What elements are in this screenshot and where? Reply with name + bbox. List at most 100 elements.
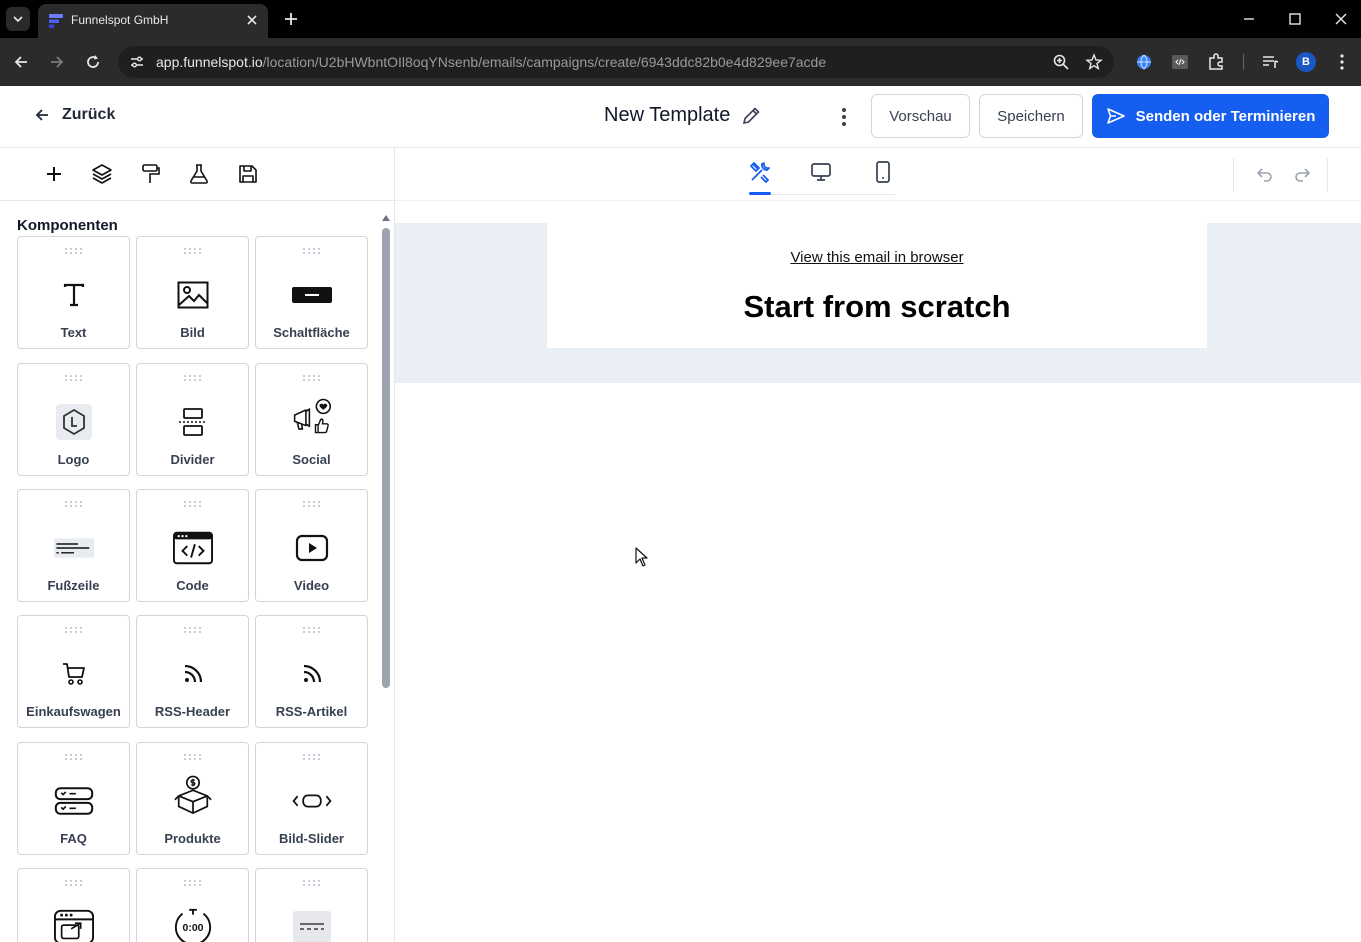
component-card-divider[interactable]: Divider bbox=[136, 363, 249, 476]
component-card-cart[interactable]: Einkaufswagen bbox=[17, 615, 130, 728]
drag-handle-icon[interactable] bbox=[302, 374, 322, 382]
drag-handle-icon[interactable] bbox=[183, 879, 203, 887]
site-info-icon[interactable] bbox=[128, 53, 146, 71]
new-tab-icon[interactable] bbox=[282, 10, 300, 28]
browser-tab[interactable]: Funnelspot GmbH bbox=[38, 4, 268, 38]
divider-icon bbox=[173, 404, 213, 440]
component-card-faq[interactable]: FAQ bbox=[17, 742, 130, 855]
drag-handle-icon[interactable] bbox=[64, 374, 84, 382]
view-in-browser-link[interactable]: View this email in browser bbox=[547, 249, 1207, 266]
component-card-footer[interactable]: Fußzeile bbox=[17, 489, 130, 602]
component-label: Divider bbox=[170, 452, 215, 467]
email-canvas[interactable]: View this email in browser Start from sc… bbox=[395, 223, 1361, 383]
layers-icon[interactable] bbox=[90, 162, 114, 186]
drag-handle-icon[interactable] bbox=[183, 626, 203, 634]
drag-handle-icon[interactable] bbox=[302, 626, 322, 634]
chevron-down-icon bbox=[13, 16, 23, 23]
redo-icon[interactable] bbox=[1292, 164, 1312, 184]
component-card-social[interactable]: Social bbox=[255, 363, 368, 476]
paint-roller-icon[interactable] bbox=[139, 162, 163, 186]
drag-handle-icon[interactable] bbox=[64, 500, 84, 508]
bookmark-star-icon[interactable] bbox=[1085, 53, 1103, 71]
email-heading[interactable]: Start from scratch bbox=[547, 289, 1207, 325]
more-options-icon[interactable] bbox=[834, 106, 854, 128]
component-card-logo[interactable]: Logo bbox=[17, 363, 130, 476]
reload-icon[interactable] bbox=[83, 52, 103, 72]
tab-search-button[interactable] bbox=[6, 7, 30, 31]
close-icon[interactable] bbox=[244, 12, 260, 28]
drag-handle-icon[interactable] bbox=[302, 879, 322, 887]
extension-globe-icon[interactable] bbox=[1134, 52, 1154, 72]
profile-avatar[interactable]: B bbox=[1296, 52, 1316, 72]
component-card-rss-header[interactable]: RSS-Header bbox=[136, 615, 249, 728]
undo-icon[interactable] bbox=[1255, 164, 1275, 184]
send-icon bbox=[1106, 108, 1125, 124]
drag-handle-icon[interactable] bbox=[64, 879, 84, 887]
component-card-video[interactable]: Video bbox=[255, 489, 368, 602]
scroll-up-arrow-icon[interactable] bbox=[382, 214, 390, 222]
drag-handle-icon[interactable] bbox=[302, 753, 322, 761]
separator-icon bbox=[292, 909, 332, 942]
template-title[interactable]: New Template bbox=[604, 104, 762, 127]
media-controls-icon[interactable] bbox=[1260, 52, 1280, 72]
component-label: Bild-Slider bbox=[278, 831, 344, 846]
forward-arrow-icon[interactable] bbox=[47, 52, 67, 72]
arrow-left-icon bbox=[35, 109, 48, 121]
component-card-browser-link[interactable] bbox=[17, 868, 130, 942]
component-label: RSS-Artikel bbox=[275, 704, 348, 719]
pencil-icon[interactable] bbox=[740, 105, 762, 127]
mouse-cursor-icon bbox=[635, 547, 648, 567]
drag-handle-icon[interactable] bbox=[302, 247, 322, 255]
component-card-countdown[interactable]: 0:00 bbox=[136, 868, 249, 942]
component-card-text[interactable]: Text bbox=[17, 236, 130, 349]
drag-handle-icon[interactable] bbox=[183, 500, 203, 508]
drag-handle-icon[interactable] bbox=[64, 626, 84, 634]
tools-icon[interactable] bbox=[748, 160, 772, 184]
component-label: Text bbox=[60, 325, 87, 340]
component-label: Code bbox=[176, 578, 209, 593]
left-panel-toolbar bbox=[0, 148, 394, 201]
drag-handle-icon[interactable] bbox=[64, 247, 84, 255]
send-or-schedule-button[interactable]: Senden oder Terminieren bbox=[1092, 94, 1329, 138]
back-arrow-icon[interactable] bbox=[11, 52, 31, 72]
save-button[interactable]: Speichern bbox=[979, 94, 1083, 138]
window-close-icon[interactable] bbox=[1332, 10, 1350, 28]
add-icon[interactable] bbox=[42, 162, 66, 186]
extension-code-icon[interactable] bbox=[1170, 52, 1190, 72]
mobile-icon[interactable] bbox=[871, 160, 895, 184]
funnelspot-favicon-icon bbox=[49, 14, 63, 28]
extensions-puzzle-icon[interactable] bbox=[1206, 52, 1226, 72]
redo-separator bbox=[1327, 158, 1328, 192]
desktop-icon[interactable] bbox=[809, 160, 833, 184]
save-template-icon[interactable] bbox=[236, 162, 260, 186]
component-card-rss-article[interactable]: RSS-Artikel bbox=[255, 615, 368, 728]
component-card-image[interactable]: Bild bbox=[136, 236, 249, 349]
address-bar[interactable]: app.funnelspot.io/location/U2bHWbntOIl8o… bbox=[118, 46, 1114, 78]
drag-handle-icon[interactable] bbox=[64, 753, 84, 761]
browser-menu-icon[interactable] bbox=[1332, 52, 1352, 72]
drag-handle-icon[interactable] bbox=[183, 374, 203, 382]
drag-handle-icon[interactable] bbox=[302, 500, 322, 508]
products-icon bbox=[173, 775, 213, 814]
maximize-icon[interactable] bbox=[1286, 10, 1304, 28]
drag-handle-icon[interactable] bbox=[183, 247, 203, 255]
back-label: Zurück bbox=[62, 106, 116, 123]
component-card-code[interactable]: Code bbox=[136, 489, 249, 602]
video-icon bbox=[292, 530, 332, 566]
component-card-button[interactable]: Schaltfläche bbox=[255, 236, 368, 349]
drag-handle-icon[interactable] bbox=[183, 753, 203, 761]
components-scrollbar[interactable] bbox=[382, 212, 390, 942]
preview-button[interactable]: Vorschau bbox=[871, 94, 970, 138]
rss-icon bbox=[292, 656, 332, 692]
minimize-icon[interactable] bbox=[1240, 10, 1258, 28]
components-heading: Komponenten bbox=[17, 217, 118, 234]
email-section[interactable]: View this email in browser Start from sc… bbox=[547, 223, 1207, 348]
slider-icon bbox=[291, 783, 332, 819]
back-button[interactable]: Zurück bbox=[34, 106, 115, 124]
component-card-products[interactable]: Produkte bbox=[136, 742, 249, 855]
zoom-icon[interactable] bbox=[1052, 53, 1070, 71]
component-card-image-slider[interactable]: Bild-Slider bbox=[255, 742, 368, 855]
component-card-separator[interactable] bbox=[255, 868, 368, 942]
flask-icon[interactable] bbox=[187, 162, 211, 186]
scroll-thumb[interactable] bbox=[382, 228, 390, 688]
